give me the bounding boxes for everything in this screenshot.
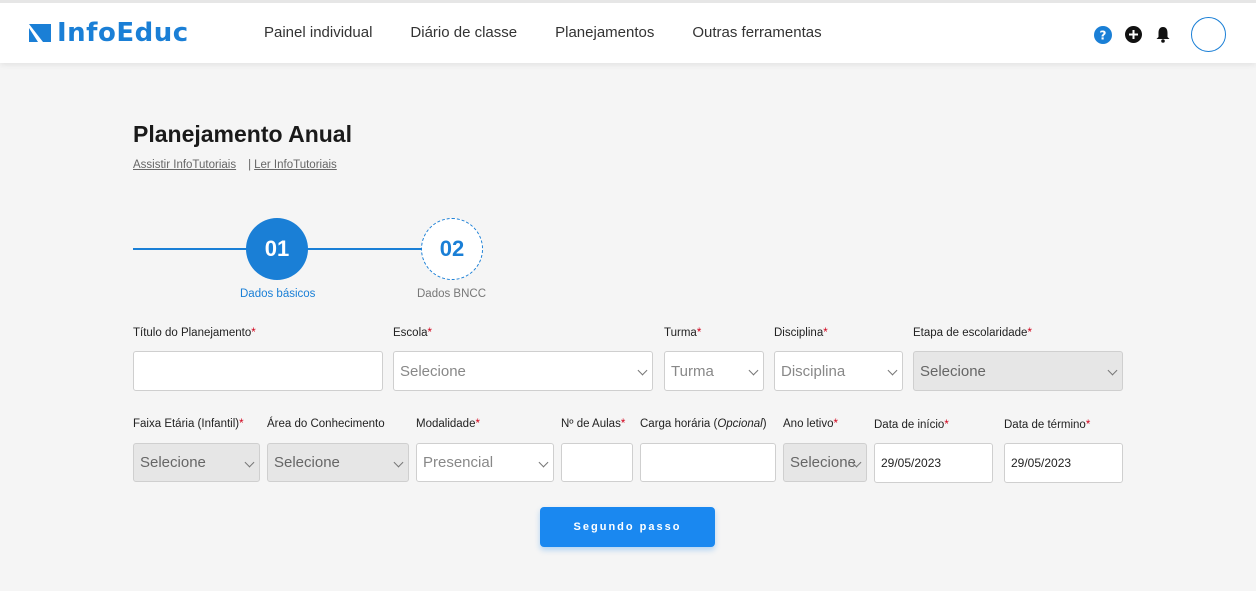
brand-name: InfoEduc: [57, 18, 189, 48]
escola-label: Escola*: [393, 327, 433, 339]
etapa-label: Etapa de escolaridade*: [913, 327, 1032, 339]
logo-mark-icon: [27, 20, 53, 46]
faixa-label: Faixa Etária (Infantil)*: [133, 418, 244, 430]
bell-icon[interactable]: [1153, 25, 1173, 45]
nav-planejamentos[interactable]: Planejamentos: [555, 24, 654, 41]
ano-select[interactable]: Selecione: [783, 443, 867, 482]
chevron-down-icon: [1107, 365, 1118, 376]
step-indicator: 01 02 Dados básicos Dados BNCC: [133, 217, 493, 307]
step-2-circle[interactable]: 02: [421, 218, 483, 280]
disciplina-label: Disciplina*: [774, 327, 828, 339]
area-label: Área do Conhecimento: [267, 418, 385, 430]
tutorial-links: Assistir InfoTutoriais | Ler InfoTutoria…: [133, 159, 337, 171]
aulas-input[interactable]: [561, 443, 633, 482]
termino-label: Data de término*: [1004, 419, 1091, 431]
chevron-down-icon: [393, 457, 404, 467]
titulo-label: Título do Planejamento*: [133, 327, 256, 339]
inicio-date-input[interactable]: 29/05/2023: [874, 443, 993, 483]
carga-label: Carga horária (Opcional): [640, 418, 767, 430]
aulas-label: Nº de Aulas*: [561, 418, 626, 430]
add-icon[interactable]: [1123, 25, 1143, 45]
area-select[interactable]: Selecione: [267, 443, 409, 482]
svg-text:?: ?: [1100, 28, 1107, 42]
read-tutorials-link[interactable]: Ler InfoTutoriais: [254, 159, 337, 171]
top-actions: ?: [1093, 17, 1226, 52]
turma-select[interactable]: Turma: [664, 351, 764, 391]
modalidade-label: Modalidade*: [416, 418, 480, 430]
nav-painel-individual[interactable]: Painel individual: [264, 24, 372, 41]
disciplina-select[interactable]: Disciplina: [774, 351, 903, 391]
page-title: Planejamento Anual: [133, 121, 352, 147]
main-nav: Painel individual Diário de classe Plane…: [264, 24, 860, 41]
chevron-down-icon: [887, 365, 898, 376]
step-2-number: 02: [439, 236, 465, 261]
termino-date-input[interactable]: 29/05/2023: [1004, 443, 1123, 483]
etapa-select[interactable]: Selecione: [913, 351, 1123, 391]
help-icon[interactable]: ?: [1093, 25, 1113, 45]
carga-input[interactable]: [640, 443, 776, 482]
chevron-down-icon: [538, 457, 549, 467]
chevron-down-icon: [637, 365, 648, 376]
step-1-label: Dados básicos: [240, 288, 316, 300]
nav-outras-ferramentas[interactable]: Outras ferramentas: [692, 24, 821, 41]
link-separator: |: [248, 159, 252, 171]
brand-logo[interactable]: InfoEduc: [27, 17, 189, 49]
watch-tutorials-link[interactable]: Assistir InfoTutoriais: [133, 159, 236, 171]
nav-diario-de-classe[interactable]: Diário de classe: [410, 24, 517, 41]
modalidade-select[interactable]: Presencial: [416, 443, 554, 482]
ano-label: Ano letivo*: [783, 418, 838, 430]
step-line-left: [133, 248, 253, 250]
next-step-button[interactable]: Segundo passo: [540, 507, 715, 547]
top-navbar: InfoEduc Painel individual Diário de cla…: [0, 0, 1256, 63]
step-line-middle: [305, 248, 425, 250]
turma-label: Turma*: [664, 327, 702, 339]
step-1-circle[interactable]: 01: [246, 218, 308, 280]
step-2-label: Dados BNCC: [417, 288, 487, 300]
escola-select[interactable]: Selecione: [393, 351, 653, 391]
chevron-down-icon: [244, 457, 255, 467]
faixa-select[interactable]: Selecione: [133, 443, 260, 482]
titulo-input[interactable]: [133, 351, 383, 391]
chevron-down-icon: [748, 365, 759, 376]
avatar[interactable]: [1191, 17, 1226, 52]
inicio-label: Data de início*: [874, 419, 949, 431]
step-1-number: 01: [264, 236, 290, 261]
